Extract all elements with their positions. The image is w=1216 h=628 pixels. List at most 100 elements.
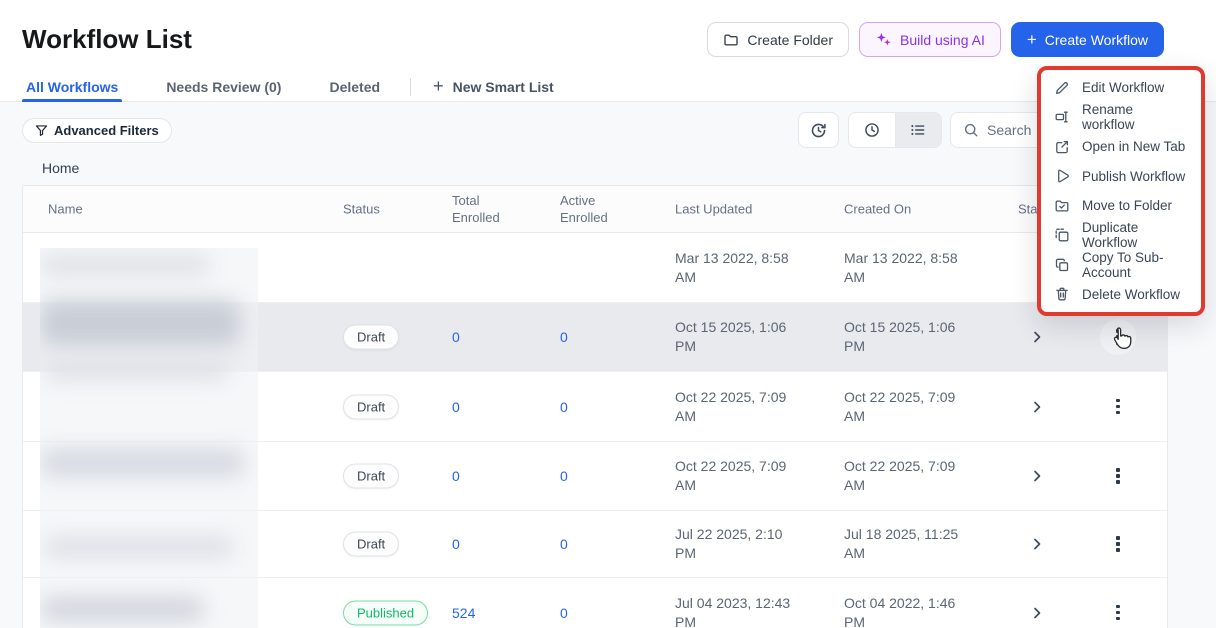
column-total-enrolled: Total Enrolled	[452, 193, 500, 225]
last-updated-cell: Oct 15 2025, 1:06 PM	[675, 319, 787, 354]
column-created-on: Created On	[844, 201, 912, 217]
build-using-ai-button[interactable]: Build using AI	[859, 22, 1001, 57]
folder-icon	[723, 32, 739, 48]
status-badge: Draft	[343, 531, 400, 557]
breadcrumb-home[interactable]: Home	[42, 160, 79, 176]
copy-icon	[1054, 257, 1070, 273]
status-badge: Published	[343, 600, 429, 625]
kebab-icon	[1116, 398, 1120, 415]
create-workflow-button[interactable]: + Create Workflow	[1010, 22, 1164, 57]
menu-item-open-in-new-tab[interactable]: Open in New Tab	[1041, 132, 1201, 162]
header-actions: Create Folder Build using AI + Create Wo…	[707, 22, 1164, 57]
status-cell: Draft	[343, 531, 400, 557]
status-cell: Draft	[343, 324, 400, 350]
advanced-filters-button[interactable]: Advanced Filters	[22, 118, 172, 143]
active-enrolled-link[interactable]: 0	[560, 399, 568, 415]
created-on-cell: Mar 13 2022, 8:58 AM	[844, 249, 958, 285]
chevron-right-icon[interactable]	[1029, 536, 1045, 552]
list-icon	[909, 121, 927, 139]
tab-all-workflows[interactable]: All Workflows	[22, 72, 123, 102]
last-updated-cell: Oct 22 2025, 7:09 AM	[675, 458, 787, 493]
created-on-cell: Oct 15 2025, 1:06 PM	[844, 319, 956, 354]
folder-check-icon	[1054, 198, 1070, 214]
menu-item-delete-workflow[interactable]: Delete Workflow	[1041, 280, 1201, 310]
created-on-cell: Oct 22 2025, 7:09 AM	[844, 458, 956, 493]
rename-icon	[1054, 109, 1070, 125]
active-enrolled-link[interactable]: 0	[560, 605, 568, 621]
new-smart-list-label: New Smart List	[452, 78, 554, 95]
column-status: Status	[343, 201, 380, 217]
chevron-right-icon[interactable]	[1029, 605, 1045, 621]
status-cell: Published	[343, 600, 429, 625]
total-enrolled-link[interactable]: 0	[452, 399, 460, 415]
status-cell: Draft	[343, 394, 400, 419]
pencil-icon	[1054, 80, 1070, 96]
advanced-filters-label: Advanced Filters	[54, 123, 159, 138]
page-title: Workflow List	[22, 24, 192, 54]
status-badge: Draft	[343, 324, 400, 350]
total-enrolled-link[interactable]: 0	[452, 536, 460, 552]
search-icon	[963, 122, 979, 138]
create-folder-label: Create Folder	[747, 31, 833, 48]
active-enrolled-link[interactable]: 0	[560, 329, 568, 345]
sparkles-icon	[875, 31, 892, 48]
kebab-icon	[1116, 536, 1120, 552]
menu-item-move-to-folder[interactable]: Move to Folder	[1041, 191, 1201, 221]
menu-item-copy-to-sub-account[interactable]: Copy To Sub-Account	[1041, 250, 1201, 280]
tab-divider	[410, 77, 412, 96]
history-clock-icon	[809, 121, 828, 140]
create-workflow-label: Create Workflow	[1044, 31, 1148, 48]
status-cell: Draft	[343, 463, 400, 489]
kebab-icon	[1116, 604, 1120, 621]
row-actions-menu-button[interactable]	[1100, 319, 1136, 355]
new-smart-list-button[interactable]: + New Smart List	[433, 76, 554, 97]
active-enrolled-link[interactable]: 0	[560, 468, 568, 484]
total-enrolled-link[interactable]: 0	[452, 468, 460, 484]
menu-item-publish-workflow[interactable]: Publish Workflow	[1041, 162, 1201, 192]
enrollment-history-button[interactable]	[798, 112, 839, 148]
status-badge: Draft	[343, 394, 400, 419]
column-last-updated: Last Updated	[675, 201, 753, 217]
create-folder-button[interactable]: Create Folder	[707, 22, 849, 57]
status-badge: Draft	[343, 463, 400, 489]
plus-icon: +	[1026, 29, 1037, 49]
kebab-icon	[1116, 329, 1120, 345]
active-enrolled-link[interactable]: 0	[560, 536, 568, 552]
menu-item-rename-workflow[interactable]: Rename workflow	[1041, 102, 1201, 132]
tab-needs-review[interactable]: Needs Review (0)	[162, 72, 285, 101]
last-updated-cell: Mar 13 2022, 8:58 AM	[675, 249, 789, 285]
table-header: Name Status Total Enrolled Active Enroll…	[23, 186, 1167, 233]
total-enrolled-link[interactable]: 524	[452, 605, 475, 621]
row-actions-menu-button[interactable]	[1100, 458, 1136, 494]
funnel-icon	[35, 124, 48, 137]
tab-bar: All Workflows Needs Review (0) Deleted +…	[0, 72, 1216, 102]
column-stats: Sta	[1018, 201, 1038, 217]
recent-view-toggle[interactable]	[849, 113, 895, 147]
menu-item-edit-workflow[interactable]: Edit Workflow	[1041, 73, 1201, 103]
play-icon	[1054, 168, 1070, 184]
last-updated-cell: Jul 22 2025, 2:10 PM	[675, 526, 783, 561]
view-toggle	[848, 112, 942, 148]
blurred-name-region	[40, 248, 258, 628]
row-actions-menu-button[interactable]	[1100, 526, 1136, 562]
chevron-right-icon[interactable]	[1029, 399, 1045, 415]
column-active-enrolled: Active Enrolled	[560, 193, 608, 225]
duplicate-icon	[1054, 227, 1070, 243]
menu-item-duplicate-workflow[interactable]: Duplicate Workflow	[1041, 220, 1201, 250]
build-ai-label: Build using AI	[900, 31, 985, 48]
plus-icon: +	[433, 76, 444, 96]
row-context-menu: Edit Workflow Rename workflow Open in Ne…	[1037, 66, 1205, 316]
row-actions-menu-button[interactable]	[1100, 389, 1136, 425]
column-name: Name	[48, 201, 83, 217]
last-updated-cell: Jul 04 2023, 12:43 PM	[675, 594, 791, 628]
tab-deleted[interactable]: Deleted	[325, 72, 384, 101]
total-enrolled-link[interactable]: 0	[452, 329, 460, 345]
list-view-toggle[interactable]	[894, 113, 941, 147]
last-updated-cell: Oct 22 2025, 7:09 AM	[675, 388, 787, 424]
external-icon	[1054, 139, 1070, 155]
created-on-cell: Jul 18 2025, 11:25 AM	[844, 526, 959, 561]
row-actions-menu-button[interactable]	[1100, 595, 1136, 628]
chevron-right-icon[interactable]	[1029, 468, 1045, 484]
chevron-right-icon[interactable]	[1029, 329, 1045, 345]
workflow-list-page: Workflow List Create Folder Build using …	[0, 0, 1216, 628]
